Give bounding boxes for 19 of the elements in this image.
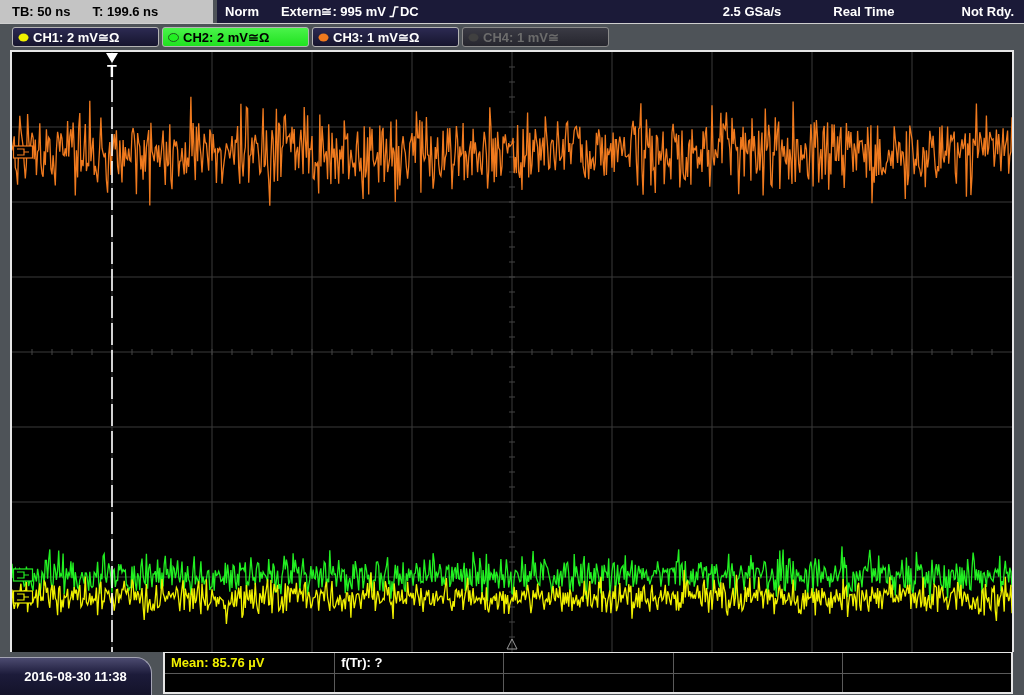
measurement-reading: Mean: 85.76 µV (171, 655, 265, 671)
trigger-source-readout: Extern≅: 995 mV (280, 4, 386, 19)
sample-rate-readout: 2.5 GSa/s (722, 4, 782, 19)
trigger-time-readout: T: 199.6 ns (92, 4, 159, 19)
trigger-point-icon (506, 638, 518, 650)
measurement-reading: f(Tr): ? (341, 655, 383, 671)
acquisition-mode-readout: Real Time (833, 4, 895, 19)
channel-button[interactable]: CH3: 1 mV≅Ω (312, 27, 459, 47)
trigger-marker-icon[interactable] (106, 53, 118, 63)
trigger-coupling-readout: DC (399, 4, 419, 19)
trigger-mode-readout: Norm (225, 4, 259, 19)
trigger-label: T (107, 63, 117, 80)
channel-marker-icon[interactable] (12, 568, 34, 582)
channel-button[interactable]: CH2: 2 mV≅Ω (162, 27, 309, 47)
channel-marker-icon[interactable] (12, 145, 34, 159)
acquisition-state-readout: Not Rdy. (961, 4, 1014, 19)
date-time-text: 2016-08-30 11:38 (24, 669, 127, 684)
channel-button[interactable]: CH1: 2 mV≅Ω (12, 27, 159, 47)
timebase-readout: TB: 50 ns (12, 4, 71, 19)
